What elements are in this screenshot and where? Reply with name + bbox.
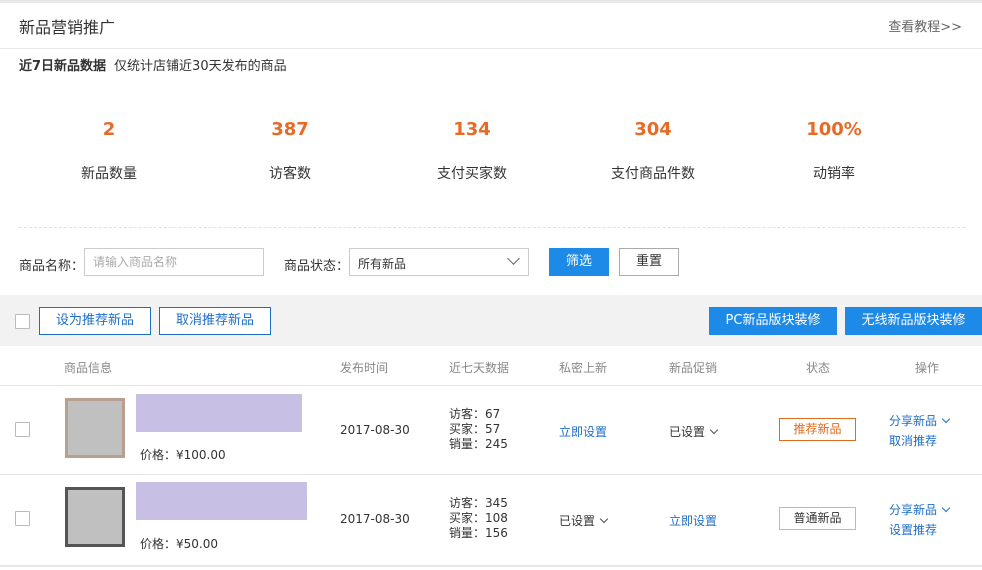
share-product-label: 分享新品 bbox=[889, 503, 938, 517]
cancel-recommend-button[interactable]: 取消推荐新品 bbox=[159, 307, 271, 335]
column-header: 近七天数据 bbox=[449, 361, 510, 375]
view-tutorial-link[interactable]: 查看教程>> bbox=[888, 16, 962, 35]
chevron-down-icon bbox=[941, 503, 951, 513]
stat-value: 387 bbox=[271, 119, 309, 140]
column-header: 新品促销 bbox=[669, 361, 718, 375]
stat-label: 新品数量 bbox=[81, 166, 137, 182]
stat-value: 134 bbox=[453, 119, 491, 140]
row-divider bbox=[0, 474, 982, 475]
stat-new-count: 2 新品数量 bbox=[29, 118, 189, 183]
status-badge: 推荐新品 bbox=[779, 418, 856, 441]
row-checkbox[interactable] bbox=[15, 422, 30, 437]
column-header: 私密上新 bbox=[559, 361, 608, 375]
share-product-dropdown[interactable]: 分享新品 bbox=[889, 412, 951, 429]
stat-value: 304 bbox=[634, 119, 672, 140]
product-price: 价格：¥50.00 bbox=[140, 537, 218, 551]
visitors-stat: 访客：67 bbox=[449, 407, 501, 421]
publish-date: 2017-08-30 bbox=[340, 423, 410, 437]
private-launch-label: 已设置 bbox=[559, 514, 596, 528]
product-thumbnail[interactable] bbox=[65, 487, 125, 547]
promotion-label: 已设置 bbox=[669, 425, 706, 439]
product-name-label: 商品名称： bbox=[19, 259, 85, 274]
share-product-label: 分享新品 bbox=[889, 414, 938, 428]
seven-day-stats: 访客：67 买家：57 销量：245 bbox=[449, 407, 508, 452]
stat-label: 动销率 bbox=[813, 166, 855, 182]
seven-day-stats: 访客：345 买家：108 销量：156 bbox=[449, 496, 508, 541]
product-status-value: 所有新品 bbox=[358, 257, 407, 271]
promotion-setting[interactable]: 立即设置 bbox=[669, 512, 717, 529]
stats-note: 仅统计店铺近30天发布的商品 bbox=[114, 59, 287, 74]
column-header: 操作 bbox=[915, 361, 940, 375]
divider bbox=[19, 227, 965, 228]
product-name-input[interactable] bbox=[84, 248, 264, 276]
product-status-select[interactable]: 所有新品 bbox=[349, 248, 529, 276]
stat-buyers: 134 支付买家数 bbox=[392, 118, 552, 183]
row-checkbox[interactable] bbox=[15, 511, 30, 526]
set-recommend-button[interactable]: 设为推荐新品 bbox=[39, 307, 151, 335]
reset-button[interactable]: 重置 bbox=[619, 248, 679, 276]
buyers-stat: 买家：108 bbox=[449, 511, 508, 525]
stats-caption: 近7日新品数据 仅统计店铺近30天发布的商品 bbox=[19, 55, 287, 74]
status-badge: 普通新品 bbox=[779, 507, 856, 530]
share-product-dropdown[interactable]: 分享新品 bbox=[889, 501, 951, 518]
chevron-down-icon bbox=[599, 514, 609, 524]
product-status-label: 商品状态： bbox=[284, 259, 350, 274]
product-title-redacted[interactable] bbox=[136, 482, 307, 520]
stats-title: 近7日新品数据 bbox=[19, 59, 107, 74]
visitors-stat: 访客：345 bbox=[449, 496, 508, 510]
cancel-recommend-link[interactable]: 取消推荐 bbox=[889, 432, 937, 449]
promotion-setting[interactable]: 已设置 bbox=[669, 423, 719, 440]
stat-label: 访客数 bbox=[269, 166, 311, 182]
page-title: 新品营销推广 bbox=[19, 18, 116, 37]
page-header: 新品营销推广 查看教程>> bbox=[0, 3, 982, 49]
product-thumbnail[interactable] bbox=[65, 398, 125, 458]
product-price: 价格：¥100.00 bbox=[140, 448, 226, 462]
publish-date: 2017-08-30 bbox=[340, 512, 410, 526]
sales-stat: 销量：245 bbox=[449, 437, 508, 451]
mobile-decorate-button[interactable]: 无线新品版块装修 bbox=[845, 307, 982, 335]
table-bottom-border bbox=[0, 565, 982, 567]
private-launch-setting[interactable]: 已设置 bbox=[559, 512, 609, 529]
stat-sell-through-rate: 100% 动销率 bbox=[754, 118, 914, 183]
stat-items-paid: 304 支付商品件数 bbox=[573, 118, 733, 183]
chevron-down-icon bbox=[941, 414, 951, 424]
stat-visitors: 387 访客数 bbox=[210, 118, 370, 183]
set-recommend-link[interactable]: 设置推荐 bbox=[889, 521, 937, 538]
product-title-redacted[interactable] bbox=[136, 394, 302, 432]
stat-label: 支付买家数 bbox=[437, 166, 507, 182]
row-divider bbox=[0, 385, 982, 386]
stat-value: 2 bbox=[102, 119, 116, 140]
stat-value: 100% bbox=[806, 119, 862, 140]
column-header: 状态 bbox=[806, 361, 831, 375]
stat-label: 支付商品件数 bbox=[611, 166, 695, 182]
buyers-stat: 买家：57 bbox=[449, 422, 501, 436]
select-all-checkbox[interactable] bbox=[15, 314, 30, 329]
chevron-down-icon bbox=[709, 425, 719, 435]
sales-stat: 销量：156 bbox=[449, 526, 508, 540]
column-header: 发布时间 bbox=[340, 361, 389, 375]
pc-decorate-button[interactable]: PC新品版块装修 bbox=[709, 307, 837, 335]
private-launch-setting[interactable]: 立即设置 bbox=[559, 423, 607, 440]
filter-button[interactable]: 筛选 bbox=[549, 248, 609, 276]
column-header: 商品信息 bbox=[64, 361, 113, 375]
chevron-down-icon bbox=[507, 252, 520, 265]
